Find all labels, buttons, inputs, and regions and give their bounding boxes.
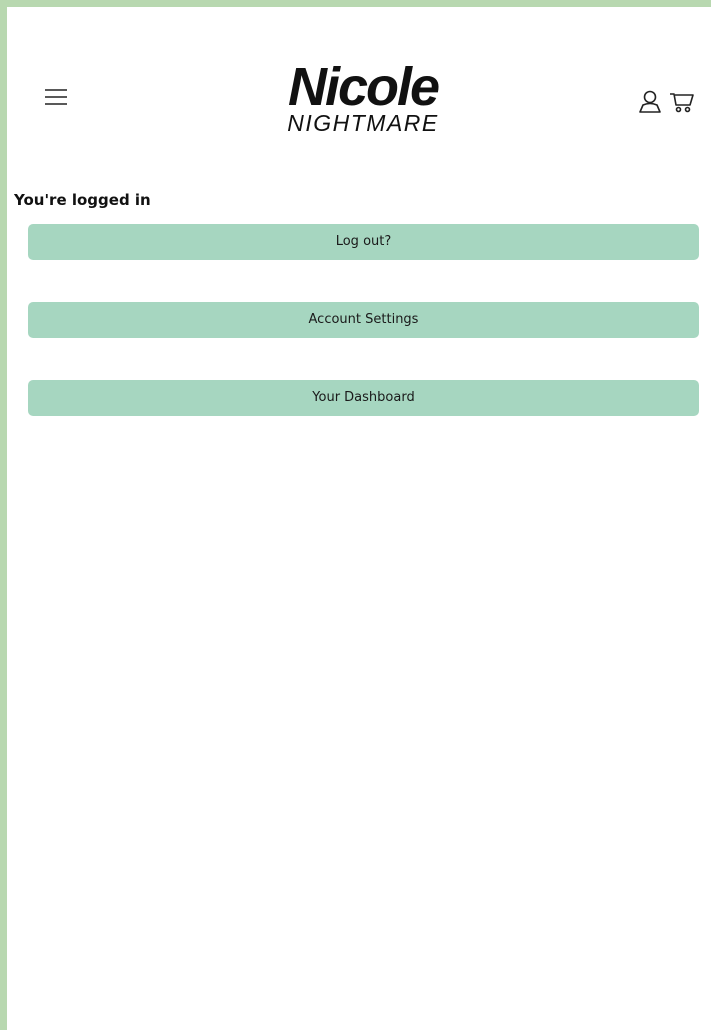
logo-main-text: Nicole [287, 57, 440, 117]
account-settings-button[interactable]: Account Settings [28, 302, 699, 338]
shopping-cart-icon[interactable] [669, 90, 695, 114]
hamburger-menu-icon[interactable] [41, 85, 71, 115]
login-status-text: You're logged in [14, 191, 151, 209]
site-header: Nicole NIGHTMARE [7, 7, 711, 167]
log-out-button[interactable]: Log out? [28, 224, 699, 260]
user-icon[interactable] [638, 90, 662, 114]
dashboard-button[interactable]: Your Dashboard [28, 380, 699, 416]
logo-sub-text: NIGHTMARE [287, 110, 439, 136]
site-logo[interactable]: Nicole NIGHTMARE [277, 57, 449, 136]
page: Nicole NIGHTMARE You're logged in Log ou… [7, 7, 711, 1030]
